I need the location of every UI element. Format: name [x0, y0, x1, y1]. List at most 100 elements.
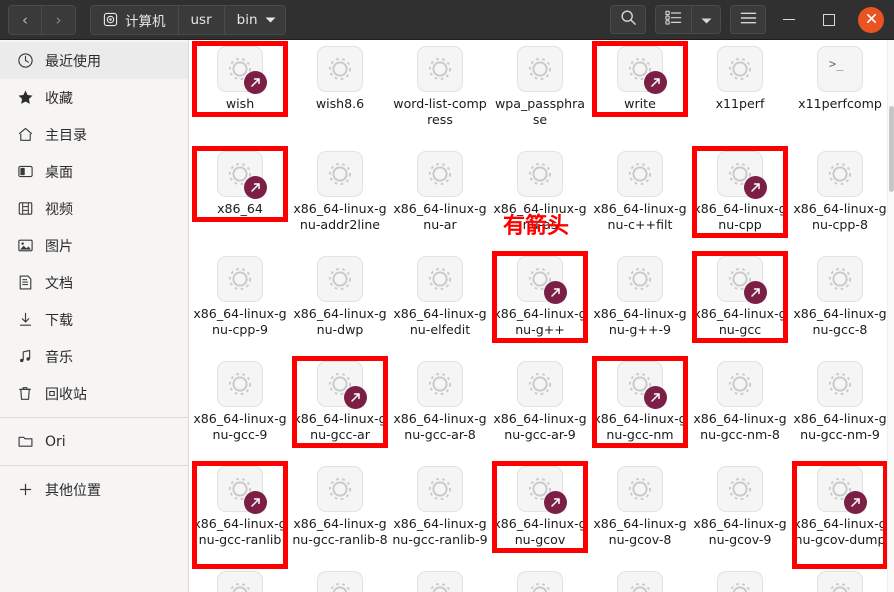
sidebar-item-label: 文档: [45, 275, 73, 292]
file-item[interactable]: x86_64-linux-gnu-gcc-8: [790, 250, 890, 355]
maximize-button[interactable]: [812, 3, 846, 37]
sidebar-item-最近使用[interactable]: 最近使用: [0, 42, 188, 79]
chevron-right-icon: ›: [55, 10, 62, 29]
main-menu-button[interactable]: [730, 5, 766, 34]
sidebar-item-label: 视频: [45, 201, 73, 218]
file-icon-wrapper: [217, 151, 267, 199]
symlink-arrow-icon: [544, 281, 567, 304]
file-item[interactable]: [790, 565, 890, 592]
file-item[interactable]: x86_64-linux-gnu-gcc-ranlib: [190, 460, 290, 565]
symlink-arrow-icon: [244, 176, 267, 199]
search-button[interactable]: [610, 5, 646, 34]
file-item[interactable]: [590, 565, 690, 592]
file-icon-wrapper: [517, 151, 563, 197]
file-item[interactable]: x86_64-linux-gnu-gcov: [490, 460, 590, 565]
music-icon: [16, 348, 34, 366]
symlink-arrow-icon: [744, 176, 767, 199]
close-button[interactable]: [858, 6, 884, 33]
file-icon-wrapper: [217, 46, 267, 94]
file-item[interactable]: x86_64-linux-gnu-ar: [390, 145, 490, 250]
file-icon-wrapper: [817, 571, 863, 592]
sidebar-item-文档[interactable]: 文档: [0, 264, 188, 301]
file-list-area[interactable]: wish wish8.6 word-list-compress wpa_passphr…: [190, 40, 894, 592]
sidebar-item-label: 图片: [45, 238, 73, 255]
file-item[interactable]: x86_64-linux-gnu-gcc-ar-8: [390, 355, 490, 460]
view-mode-button[interactable]: [655, 5, 691, 34]
file-item[interactable]: x86_64-linux-gnu-gcc-nm: [590, 355, 690, 460]
file-icon-wrapper: [517, 466, 567, 514]
sidebar-item-其他位置[interactable]: 其他位置: [0, 471, 188, 508]
file-item[interactable]: [490, 565, 590, 592]
scrollbar-thumb[interactable]: [889, 106, 894, 192]
file-item[interactable]: x86_64-linux-gnu-addr2line: [290, 145, 390, 250]
file-item[interactable]: [390, 565, 490, 592]
file-item[interactable]: x86_64-linux-gnu-gcc-ranlib-8: [290, 460, 390, 565]
file-icon-wrapper: [317, 571, 363, 592]
vertical-scrollbar[interactable]: [887, 40, 894, 592]
clock-icon: [16, 52, 34, 70]
sidebar-item-音乐[interactable]: 音乐: [0, 338, 188, 375]
file-item[interactable]: x86_64-linux-gnu-gcc-ar: [290, 355, 390, 460]
sidebar-divider: [0, 465, 188, 466]
sidebar-item-图片[interactable]: 图片: [0, 227, 188, 264]
file-item[interactable]: x86_64-linux-gnu-dwp: [290, 250, 390, 355]
file-item[interactable]: x11perf: [690, 40, 790, 145]
file-icon-wrapper: [317, 256, 363, 302]
minimize-button[interactable]: [772, 3, 806, 37]
file-item[interactable]: [290, 565, 390, 592]
file-item[interactable]: word-list-compress: [390, 40, 490, 145]
search-icon: [620, 9, 637, 30]
file-name-label: x86_64: [217, 201, 263, 216]
file-item[interactable]: x86_64-linux-gnu-cpp: [690, 145, 790, 250]
file-item[interactable]: x86_64-linux-gnu-gcc-nm-8: [690, 355, 790, 460]
file-item[interactable]: x86_64-linux-gnu-elfedit: [390, 250, 490, 355]
breadcrumb-item-usr[interactable]: usr: [178, 5, 225, 34]
file-icon-wrapper: [217, 256, 263, 302]
file-item[interactable]: wpa_passphrase: [490, 40, 590, 145]
file-item[interactable]: x86_64-linux-gnu-gcov-9: [690, 460, 790, 565]
file-item[interactable]: x86_64-linux-gnu-g++-9: [590, 250, 690, 355]
breadcrumb-item-bin[interactable]: bin: [224, 5, 285, 34]
file-item[interactable]: x86_64-linux-gnu-cpp-8: [790, 145, 890, 250]
folder-icon: [16, 433, 34, 451]
gear-icon: [517, 361, 563, 407]
file-name-label: wpa_passphrase: [494, 96, 585, 127]
symlink-arrow-icon: [744, 281, 767, 304]
file-icon-wrapper: [617, 256, 663, 302]
file-item[interactable]: >_ x11perfcomp: [790, 40, 890, 145]
file-item[interactable]: write: [590, 40, 690, 145]
file-item[interactable]: x86_64-linux-gnu-c++filt: [590, 145, 690, 250]
file-item[interactable]: wish8.6: [290, 40, 390, 145]
view-mode-dropdown-button[interactable]: [691, 5, 721, 34]
file-item[interactable]: x86_64-linux-gnu-gcov-8: [590, 460, 690, 565]
file-item[interactable]: x86_64-linux-gnu-gcc-9: [190, 355, 290, 460]
file-item[interactable]: x86_64-linux-gnu-gcc: [690, 250, 790, 355]
file-item[interactable]: x86_64-linux-gnu-gcc-ar-9: [490, 355, 590, 460]
breadcrumb-item-computer[interactable]: 计算机: [91, 5, 179, 34]
file-item[interactable]: x86_64-linux-gnu-gcov-dump: [790, 460, 890, 565]
file-icon-wrapper: [817, 466, 867, 514]
sidebar-item-下载[interactable]: 下载: [0, 301, 188, 338]
forward-button[interactable]: ›: [42, 5, 75, 34]
file-item[interactable]: wish: [190, 40, 290, 145]
star-icon: [16, 89, 34, 107]
file-item[interactable]: [190, 565, 290, 592]
back-button[interactable]: ‹: [9, 5, 42, 34]
file-item[interactable]: x86_64-linux-gnu-gcc-ranlib-9: [390, 460, 490, 565]
sidebar-item-收藏[interactable]: 收藏: [0, 79, 188, 116]
sidebar-item-视频[interactable]: 视频: [0, 190, 188, 227]
gear-icon: [417, 151, 463, 197]
file-item[interactable]: x86_64: [190, 145, 290, 250]
file-item[interactable]: [690, 565, 790, 592]
sidebar-item-label: 主目录: [45, 127, 87, 144]
sidebar-item-主目录[interactable]: 主目录: [0, 116, 188, 153]
file-item[interactable]: x86_64-linux-gnu-g++: [490, 250, 590, 355]
gear-icon: [317, 151, 363, 197]
sidebar-item-桌面[interactable]: 桌面: [0, 153, 188, 190]
file-item[interactable]: x86_64-linux-gnu-cpp-9: [190, 250, 290, 355]
file-icon-wrapper: [617, 361, 667, 409]
file-icon-wrapper: [617, 571, 663, 592]
sidebar-item-回收站[interactable]: 回收站: [0, 375, 188, 412]
sidebar-item-ori[interactable]: Ori: [0, 423, 188, 460]
file-item[interactable]: x86_64-linux-gnu-gcc-nm-9: [790, 355, 890, 460]
